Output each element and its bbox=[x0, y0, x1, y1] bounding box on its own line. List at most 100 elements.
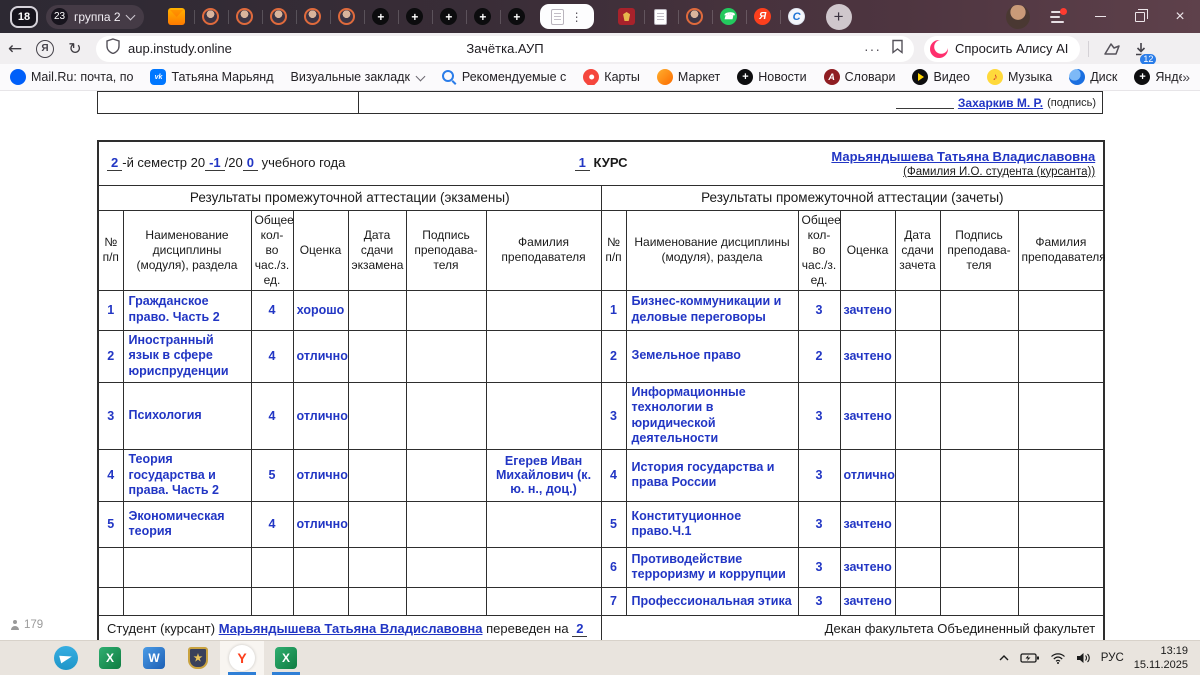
date-cell bbox=[348, 290, 406, 330]
extension-icon[interactable] bbox=[1097, 36, 1127, 62]
sign-cell bbox=[940, 501, 1018, 547]
telegram-icon[interactable] bbox=[44, 641, 88, 675]
all-tabs-button[interactable]: 18 bbox=[10, 6, 38, 28]
address-bar[interactable]: aup.instudy.online Зачётка.АУП ··· bbox=[96, 36, 914, 62]
start-button-icon[interactable] bbox=[0, 641, 44, 675]
volume-icon[interactable] bbox=[1076, 652, 1091, 664]
bookmark-item[interactable]: Рекомендуемые с bbox=[441, 69, 566, 85]
bookmark-item[interactable]: Словари bbox=[824, 69, 896, 85]
more-actions-icon[interactable]: ··· bbox=[864, 41, 881, 57]
bookmarks-bar: Mail.Ru: почта, по vk Татьяна Марьянд Ви… bbox=[0, 64, 1200, 91]
teacher-cell bbox=[486, 501, 601, 547]
bookmark-item[interactable]: Диск bbox=[1069, 69, 1117, 85]
bookmark-item[interactable]: Маркет bbox=[657, 69, 720, 85]
browser-tab[interactable] bbox=[364, 6, 398, 28]
column-header: Наименование дисциплины (модуля), раздел… bbox=[123, 210, 251, 290]
browser-tab[interactable] bbox=[678, 6, 712, 28]
bookmark-item[interactable]: vk Татьяна Марьянд bbox=[150, 69, 273, 85]
column-header: Дата сдачи зачета bbox=[895, 210, 940, 290]
table-row: 1Гражданское право. Часть 24хорошо1Бизне… bbox=[98, 290, 1104, 330]
restore-button[interactable] bbox=[1120, 0, 1160, 33]
grade-cell: зачтено bbox=[840, 382, 895, 450]
bookmark-item[interactable]: Яндекс bbox=[1134, 69, 1182, 85]
clock[interactable]: 13:19 15.11.2025 bbox=[1134, 644, 1188, 673]
teacher-cell bbox=[1018, 382, 1104, 450]
yandex-home-button[interactable]: Я bbox=[30, 36, 60, 62]
browser-tab[interactable] bbox=[610, 6, 644, 28]
bookmarks-overflow-button[interactable]: » bbox=[1182, 69, 1190, 85]
bookmark-item[interactable]: Видео bbox=[912, 69, 970, 85]
excel-icon[interactable]: X bbox=[264, 641, 308, 675]
bookmark-label: Диск bbox=[1090, 70, 1117, 84]
browser-tab[interactable] bbox=[466, 6, 500, 28]
date-cell bbox=[348, 587, 406, 615]
back-button[interactable]: ← bbox=[0, 36, 30, 62]
wifi-icon[interactable] bbox=[1050, 652, 1066, 664]
browser-tab[interactable] bbox=[644, 6, 678, 28]
sign-cell bbox=[406, 450, 486, 502]
bookmark-item[interactable]: Mail.Ru: почта, по bbox=[10, 69, 133, 85]
n-cell: 1 bbox=[98, 290, 123, 330]
date-cell bbox=[895, 382, 940, 450]
tab-group-current[interactable]: 23 группа 2 bbox=[46, 5, 144, 29]
browser-tab[interactable] bbox=[194, 6, 228, 28]
bookmark-label: Татьяна Марьянд bbox=[171, 70, 273, 84]
game-shield-icon[interactable]: ★ bbox=[176, 641, 220, 675]
page-content: Захаркив М. Р. (подпись) 2-й семестр 20-… bbox=[0, 91, 1200, 640]
excel-icon[interactable]: X bbox=[88, 641, 132, 675]
battery-icon[interactable] bbox=[1020, 652, 1040, 664]
bookmark-item[interactable]: Карты bbox=[583, 69, 640, 85]
student-name: Марьяндышева Татьяна Владиславовна bbox=[219, 621, 483, 636]
previous-table-signature-cell: Захаркив М. Р. (подпись) bbox=[359, 92, 1102, 113]
tray-chevron-icon[interactable] bbox=[998, 653, 1010, 663]
date-cell bbox=[348, 330, 406, 382]
browser-tab[interactable] bbox=[746, 6, 780, 28]
word-icon[interactable]: W bbox=[132, 641, 176, 675]
search-icon bbox=[441, 69, 457, 85]
browser-tab[interactable] bbox=[228, 6, 262, 28]
disk-icon bbox=[1069, 69, 1085, 85]
column-header: Подпись преподава-теля bbox=[940, 210, 1018, 290]
document-tab-icon bbox=[654, 9, 667, 25]
browser-tab[interactable] bbox=[398, 6, 432, 28]
bookmark-item[interactable]: Музыка bbox=[987, 69, 1052, 85]
browser-tab[interactable] bbox=[330, 6, 364, 28]
grade-cell: зачтено bbox=[840, 501, 895, 547]
tab-kebab-icon[interactable]: ⋮ bbox=[571, 11, 583, 23]
hours-cell: 3 bbox=[798, 587, 840, 615]
browser-tab[interactable] bbox=[712, 6, 746, 28]
browser-tab[interactable] bbox=[262, 6, 296, 28]
shield-icon[interactable] bbox=[106, 38, 120, 59]
browser-tab[interactable] bbox=[160, 6, 194, 28]
downloads-button[interactable]: 12 bbox=[1127, 36, 1155, 62]
discipline-cell: Информационные технологии в юридической … bbox=[626, 382, 798, 450]
browser-tab[interactable] bbox=[500, 6, 534, 28]
browser-tab[interactable] bbox=[432, 6, 466, 28]
browser-tab[interactable] bbox=[296, 6, 330, 28]
new-tab-button[interactable]: + bbox=[826, 4, 852, 30]
close-button[interactable]: × bbox=[1160, 0, 1200, 33]
ask-alice-button[interactable]: Спросить Алису AI bbox=[924, 36, 1080, 62]
browser-window: 18 23 группа 2 ⋮ + × ← Я ↻ bbox=[0, 0, 1200, 675]
profile-avatar[interactable] bbox=[1006, 5, 1030, 29]
reload-button[interactable]: ↻ bbox=[60, 36, 90, 62]
bookmark-item[interactable]: Визуальные закладк bbox=[291, 70, 424, 84]
table-row: 3Психология4отлично3Информационные техно… bbox=[98, 382, 1104, 450]
minimize-button[interactable] bbox=[1080, 0, 1120, 33]
language-indicator[interactable]: РУС bbox=[1101, 652, 1124, 664]
discipline-cell: Иностранный язык в сфере юриспруденции bbox=[123, 330, 251, 382]
gradebook-body: 2-й семестр 20-1/200 учебного года 1 КУР… bbox=[98, 141, 1104, 615]
sign-cell bbox=[406, 330, 486, 382]
yandex-browser-icon[interactable]: Y bbox=[220, 641, 264, 675]
hours-cell: 5 bbox=[251, 450, 293, 502]
bookmark-item[interactable]: Новости bbox=[737, 69, 806, 85]
bookmark-label: Новости bbox=[758, 70, 806, 84]
avatar-tab-icon bbox=[270, 8, 287, 25]
browser-tab[interactable] bbox=[780, 6, 814, 28]
grade-cell: зачтено bbox=[840, 330, 895, 382]
active-tab[interactable]: ⋮ bbox=[540, 4, 594, 29]
column-header: Наименование дисциплины (модуля), раздел… bbox=[626, 210, 798, 290]
bookmark-icon[interactable] bbox=[891, 39, 904, 59]
browser-menu-button[interactable] bbox=[1044, 4, 1070, 30]
dean-title: Декан факультета Объединенный факультет bbox=[825, 621, 1096, 636]
